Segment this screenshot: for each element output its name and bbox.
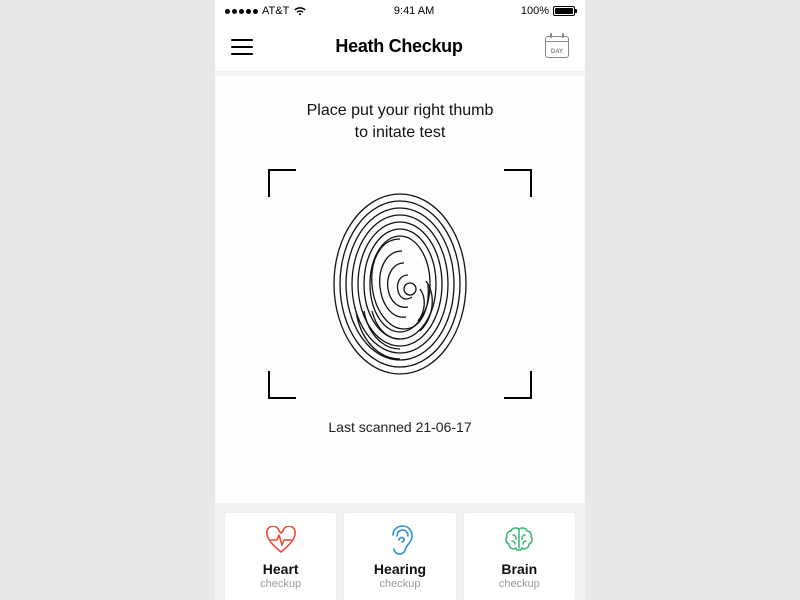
frame-corner-icon (268, 371, 296, 399)
card-label: Brain (501, 561, 537, 577)
battery-percent: 100% (521, 5, 549, 17)
instruction-text: Place put your right thumb to initate te… (307, 100, 494, 143)
last-scanned-label: Last scanned 21-06-17 (328, 419, 471, 435)
menu-button[interactable] (231, 39, 253, 55)
wifi-icon (293, 6, 307, 16)
fingerprint-scan-area[interactable] (268, 169, 532, 399)
calendar-label: DAY (551, 49, 563, 55)
card-label: Hearing (374, 561, 426, 577)
fingerprint-icon (330, 189, 470, 379)
carrier-label: AT&T (262, 5, 289, 17)
instruction-line-1: Place put your right thumb (307, 100, 494, 122)
main-content: Place put your right thumb to initate te… (215, 72, 585, 503)
status-time: 9:41 AM (394, 5, 434, 17)
navbar: Heath Checkup DAY (215, 22, 585, 72)
card-sublabel: checkup (260, 578, 301, 590)
page-title: Heath Checkup (335, 36, 462, 57)
frame-corner-icon (504, 371, 532, 399)
status-left: AT&T (225, 5, 307, 17)
checkup-card-brain[interactable]: Brain checkup (464, 513, 575, 600)
frame-corner-icon (268, 169, 296, 197)
heart-ecg-icon (265, 525, 297, 555)
calendar-button[interactable]: DAY (545, 36, 569, 58)
brain-icon (504, 525, 534, 555)
checkup-cards-row: Heart checkup Hearing checkup (215, 503, 585, 600)
checkup-card-heart[interactable]: Heart checkup (225, 513, 336, 600)
status-bar: AT&T 9:41 AM 100% (215, 0, 585, 22)
card-sublabel: checkup (499, 578, 540, 590)
battery-icon (553, 6, 575, 16)
ear-icon (387, 525, 413, 555)
instruction-line-2: to initate test (307, 122, 494, 144)
card-sublabel: checkup (380, 578, 421, 590)
checkup-card-hearing[interactable]: Hearing checkup (344, 513, 455, 600)
status-right: 100% (521, 5, 575, 17)
frame-corner-icon (504, 169, 532, 197)
card-label: Heart (263, 561, 299, 577)
signal-dots-icon (225, 9, 258, 14)
phone-screen: AT&T 9:41 AM 100% Heath Checkup DAY Plac… (215, 0, 585, 600)
